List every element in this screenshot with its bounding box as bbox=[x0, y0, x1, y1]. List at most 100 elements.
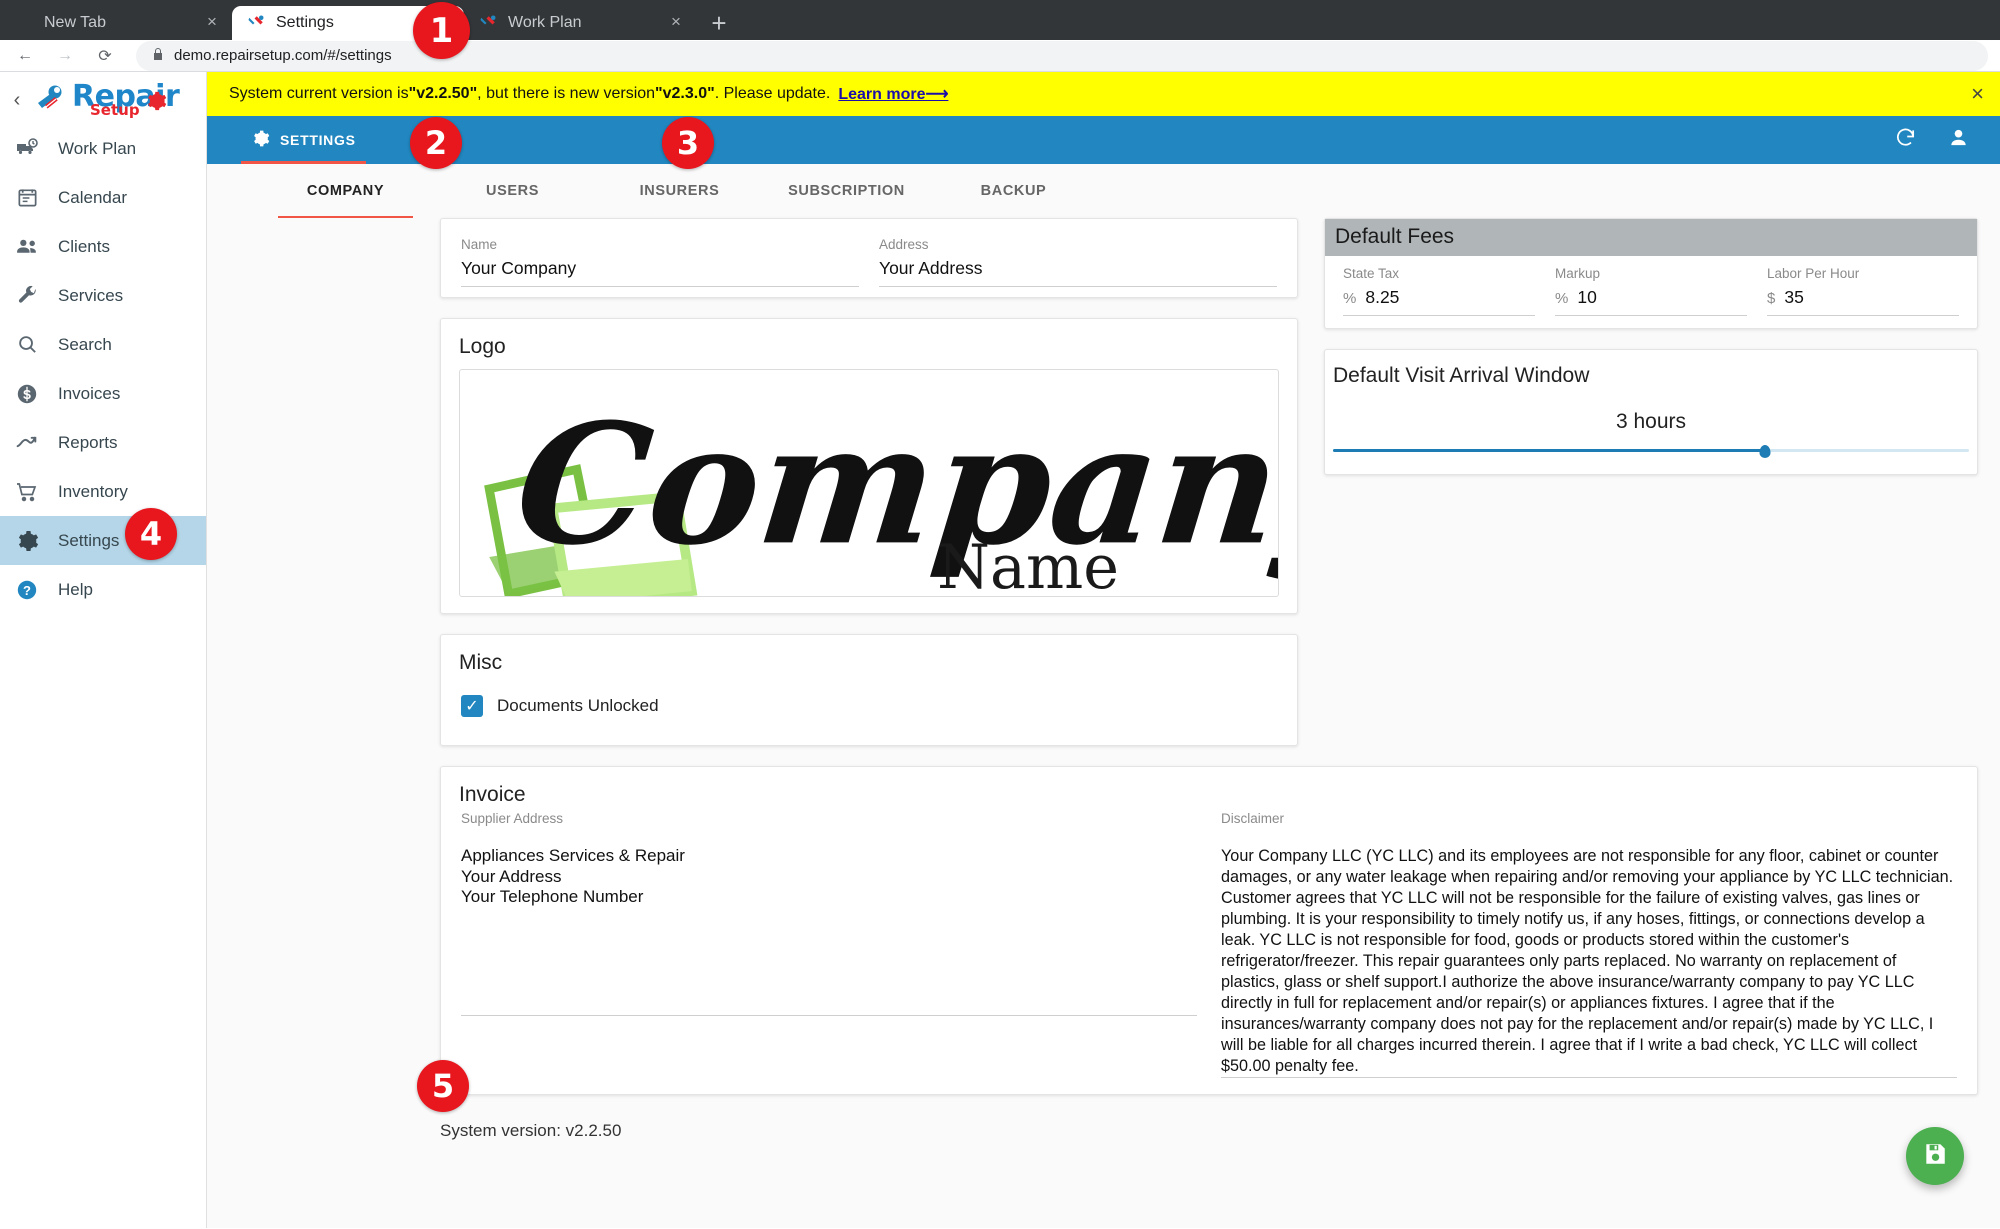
markup-value-row[interactable]: % 10 bbox=[1555, 287, 1747, 316]
company-name-value[interactable]: Your Company bbox=[461, 258, 859, 287]
sidebar: ‹ Repair Setup Work Plan Calendar Client… bbox=[0, 72, 207, 1228]
close-icon[interactable]: × bbox=[202, 13, 222, 33]
logo-image[interactable]: Company Name bbox=[459, 369, 1279, 597]
labor-per-hour-value: 35 bbox=[1784, 287, 1804, 307]
address-bar[interactable]: demo.repairsetup.com/#/settings bbox=[136, 40, 1988, 71]
refresh-icon[interactable] bbox=[1894, 126, 1917, 154]
close-icon[interactable]: × bbox=[666, 13, 686, 33]
sidebar-item-reports[interactable]: Reports bbox=[0, 418, 206, 467]
sidebar-item-services[interactable]: Services bbox=[0, 271, 206, 320]
slider-fill bbox=[1333, 449, 1766, 452]
tab-users[interactable]: USERS bbox=[429, 164, 596, 218]
markup-field[interactable]: Markup % 10 bbox=[1545, 262, 1757, 316]
slider-track[interactable] bbox=[1333, 445, 1969, 458]
company-fields-row: Name Your Company Address Your Address bbox=[451, 233, 1287, 287]
tab-insurers[interactable]: INSURERS bbox=[596, 164, 763, 218]
sidebar-item-label: Search bbox=[58, 334, 112, 354]
misc-card-title: Misc bbox=[459, 651, 503, 674]
annotation-bubble-1: 1 bbox=[413, 2, 470, 59]
labor-per-hour-field[interactable]: Labor Per Hour $35 bbox=[1757, 262, 1969, 316]
save-button[interactable] bbox=[1906, 1127, 1964, 1185]
sidebar-item-label: Settings bbox=[58, 530, 120, 550]
documents-unlocked-row[interactable]: ✓ Documents Unlocked bbox=[451, 679, 1287, 735]
sidebar-item-calendar[interactable]: Calendar bbox=[0, 173, 206, 222]
logo-card: Logo Company Name bbox=[440, 318, 1298, 614]
sidebar-brand: ‹ Repair Setup bbox=[0, 76, 206, 124]
banner-new-version: "v2.3.0" bbox=[655, 85, 715, 102]
app-bar-title-settings[interactable]: SETTINGS bbox=[229, 116, 378, 164]
sidebar-item-work-plan[interactable]: Work Plan bbox=[0, 124, 206, 173]
sidebar-item-label: Reports bbox=[58, 432, 118, 452]
svg-text:Name: Name bbox=[937, 533, 1119, 596]
browser-tab-title: Work Plan bbox=[508, 14, 582, 31]
tab-company[interactable]: COMPANY bbox=[262, 164, 429, 218]
sidebar-item-inventory[interactable]: Inventory bbox=[0, 467, 206, 516]
settings-page: COMPANY USERS INSURERS SUBSCRIPTION BACK… bbox=[207, 164, 2000, 1228]
supplier-address-value[interactable]: Appliances Services & Repair Your Addres… bbox=[461, 846, 1197, 1016]
gear-icon bbox=[14, 528, 40, 554]
reload-icon[interactable]: ⟳ bbox=[92, 43, 118, 69]
url-text: demo.repairsetup.com/#/settings bbox=[174, 47, 392, 64]
disclaimer-field[interactable]: Disclaimer Your Company LLC (YC LLC) and… bbox=[1221, 811, 1957, 1078]
arrival-window-value: 3 hours bbox=[1615, 410, 1687, 433]
app-bar-title-label: SETTINGS bbox=[280, 132, 356, 148]
version-update-banner: System current version is "v2.2.50" , bu… bbox=[207, 72, 2000, 116]
dollar-prefix-icon: $ bbox=[1767, 290, 1776, 307]
browser-tab-work-plan[interactable]: Work Plan × bbox=[464, 6, 696, 40]
invoice-card-title: Invoice bbox=[459, 783, 526, 806]
sidebar-item-label: Calendar bbox=[58, 187, 127, 207]
arrival-window-card: Default Visit Arrival Window 3 hours bbox=[1324, 349, 1978, 475]
state-tax-value: 8.25 bbox=[1365, 287, 1400, 307]
sidebar-item-label: Help bbox=[58, 579, 93, 599]
company-address-label: Address bbox=[879, 237, 929, 252]
arrival-window-slider[interactable] bbox=[1325, 444, 1977, 458]
browser-tab-new-tab[interactable]: New Tab × bbox=[0, 6, 232, 40]
sidebar-item-help[interactable]: ? Help bbox=[0, 565, 206, 614]
brand-sub-name: Setup bbox=[90, 101, 140, 119]
arrival-window-title: Default Visit Arrival Window bbox=[1333, 364, 1590, 387]
labor-per-hour-value-row[interactable]: $35 bbox=[1767, 287, 1959, 316]
sidebar-item-invoices[interactable]: S Invoices bbox=[0, 369, 206, 418]
sidebar-item-label: Services bbox=[58, 285, 124, 305]
logo-card-title: Logo bbox=[459, 335, 506, 358]
browser-tab-title: Settings bbox=[276, 14, 334, 31]
person-icon[interactable] bbox=[1947, 126, 1970, 154]
disclaimer-value[interactable]: Your Company LLC (YC LLC) and its employ… bbox=[1221, 846, 1957, 1078]
supplier-address-label: Supplier Address bbox=[461, 811, 564, 826]
default-fees-card: Default Fees State Tax % 8.25 Markup % 1… bbox=[1324, 218, 1978, 329]
app-bar-actions bbox=[1894, 126, 1978, 154]
tab-backup[interactable]: BACKUP bbox=[930, 164, 1097, 218]
gear-logo-icon bbox=[145, 90, 167, 112]
company-address-field[interactable]: Address Your Address bbox=[869, 233, 1287, 287]
company-info-card: Name Your Company Address Your Address bbox=[440, 218, 1298, 298]
new-tab-button[interactable]: + bbox=[702, 6, 736, 40]
sidebar-item-label: Clients bbox=[58, 236, 110, 256]
close-icon[interactable]: × bbox=[1971, 83, 1984, 105]
trending-up-icon bbox=[14, 430, 40, 456]
state-tax-field[interactable]: State Tax % 8.25 bbox=[1333, 262, 1545, 316]
svg-text:?: ? bbox=[23, 583, 31, 598]
collapse-sidebar-icon[interactable]: ‹ bbox=[6, 90, 28, 110]
company-name-field[interactable]: Name Your Company bbox=[451, 233, 869, 287]
browser-tab-strip: New Tab × Settings × Work Plan × + bbox=[0, 0, 2000, 40]
banner-current-version: "v2.2.50" bbox=[408, 85, 478, 102]
annotation-bubble-3: 3 bbox=[662, 117, 714, 169]
state-tax-value-row[interactable]: % 8.25 bbox=[1343, 287, 1535, 316]
invoice-wrap: Invoice Supplier Address Appliances Serv… bbox=[207, 766, 2000, 1095]
sidebar-item-clients[interactable]: Clients bbox=[0, 222, 206, 271]
sidebar-item-search[interactable]: Search bbox=[0, 320, 206, 369]
truck-clock-icon bbox=[14, 136, 40, 162]
documents-unlocked-checkbox[interactable]: ✓ bbox=[461, 695, 483, 717]
brand-logo[interactable]: Repair Setup bbox=[34, 79, 200, 121]
supplier-address-field[interactable]: Supplier Address Appliances Services & R… bbox=[461, 811, 1197, 1078]
calendar-icon bbox=[14, 185, 40, 211]
forward-icon[interactable]: → bbox=[52, 43, 78, 69]
slider-thumb[interactable] bbox=[1759, 445, 1771, 458]
tab-subscription[interactable]: SUBSCRIPTION bbox=[763, 164, 930, 218]
back-icon[interactable]: ← bbox=[12, 43, 38, 69]
browser-toolbar: ← → ⟳ demo.repairsetup.com/#/settings bbox=[0, 40, 2000, 72]
company-address-value[interactable]: Your Address bbox=[879, 258, 1277, 287]
people-icon bbox=[14, 234, 40, 260]
dollar-circle-icon: S bbox=[14, 381, 40, 407]
learn-more-link[interactable]: Learn more⟶ bbox=[838, 84, 948, 104]
